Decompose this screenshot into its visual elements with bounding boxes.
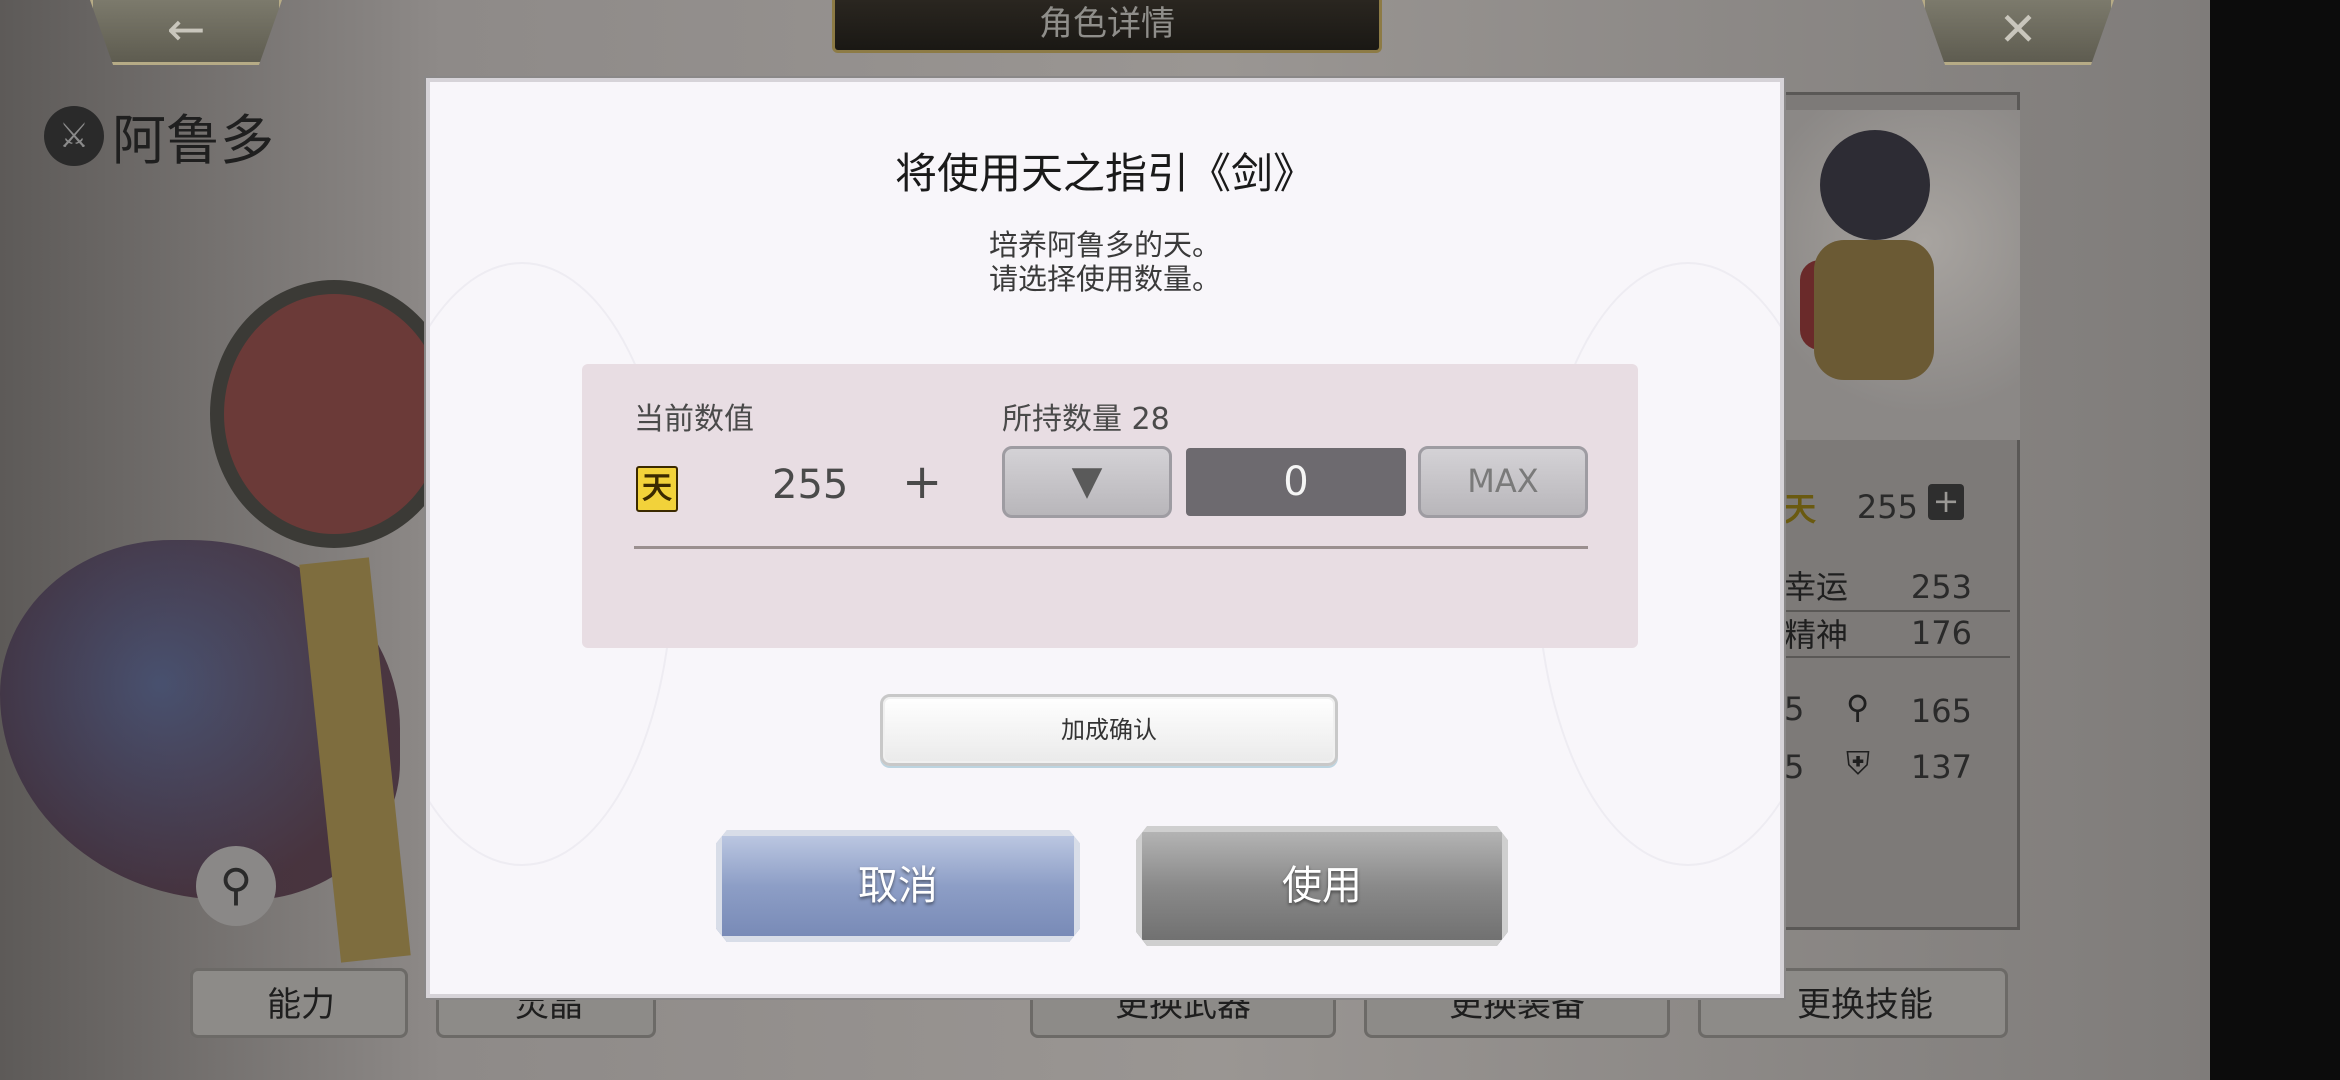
max-button[interactable]: MAX bbox=[1418, 446, 1588, 518]
tab-label: 能力 bbox=[267, 985, 335, 1025]
tian-stat-icon: 天 bbox=[1784, 490, 1817, 528]
screen-edge bbox=[2210, 0, 2340, 1080]
tab-ability[interactable]: 能力 bbox=[190, 968, 408, 1038]
triangle-down-icon: ▼ bbox=[1071, 458, 1103, 504]
cancel-button[interactable]: 取消 bbox=[716, 830, 1080, 942]
owned-quantity-label: 所持数量 28 bbox=[1002, 402, 1170, 437]
character-art-shield bbox=[210, 280, 458, 548]
plus-sign: + bbox=[902, 454, 943, 510]
stat-value-spirit: 176 bbox=[1910, 614, 1972, 652]
current-value-label: 当前数值 bbox=[634, 402, 754, 437]
bonus-confirm-button[interactable]: 加成确认 bbox=[880, 694, 1338, 766]
sword-emblem-icon: ⚔ bbox=[44, 105, 104, 166]
description-line: 培养阿鲁多的天。 bbox=[988, 228, 1221, 262]
quantity-panel: 当前数值 所持数量 28 天 255 + ▼ 0 MAX bbox=[582, 364, 1638, 648]
description-line: 请选择使用数量。 bbox=[988, 262, 1221, 296]
decrease-button[interactable]: ▼ bbox=[1002, 446, 1172, 518]
back-arrow-icon: ← bbox=[166, 2, 206, 56]
stat-label-luck: 幸运 bbox=[1784, 568, 1849, 606]
screen-title: 角色详情 bbox=[832, 0, 1382, 53]
stat-partial-2: 5 bbox=[1784, 748, 1805, 786]
character-name-header: ⚔ 阿鲁多 bbox=[44, 96, 274, 175]
magnify-icon[interactable]: ⚲ bbox=[196, 846, 276, 926]
dialog-title: 将使用天之指引《剑》 bbox=[894, 149, 1315, 198]
key-icon: ⚲ bbox=[1846, 688, 1870, 726]
tian-stat-value: 255 bbox=[1856, 488, 1918, 526]
stat-divider bbox=[1780, 656, 2010, 658]
back-button[interactable]: ← bbox=[90, 0, 282, 65]
character-name: 阿鲁多 bbox=[112, 109, 274, 172]
stat-label-spirit: 精神 bbox=[1784, 616, 1849, 654]
stat-value-luck: 253 bbox=[1910, 568, 1972, 606]
close-button[interactable]: ✕ bbox=[1922, 0, 2114, 65]
stat-partial-1: 5 bbox=[1784, 690, 1805, 728]
panel-divider bbox=[634, 546, 1588, 549]
tian-icon: 天 bbox=[636, 466, 678, 512]
quantity-input[interactable]: 0 bbox=[1186, 448, 1406, 516]
close-icon: ✕ bbox=[1998, 2, 2038, 56]
stat-value-extra1: 165 bbox=[1910, 692, 1972, 730]
current-value: 255 bbox=[772, 462, 849, 508]
tab-label: 更换技能 bbox=[1797, 985, 1933, 1025]
tian-plus-button[interactable]: + bbox=[1928, 484, 1964, 520]
use-item-dialog: 将使用天之指引《剑》 培养阿鲁多的天。 请选择使用数量。 当前数值 所持数量 2… bbox=[426, 78, 1784, 998]
character-portrait bbox=[1780, 110, 2020, 440]
shield-icon: ⛨ bbox=[1846, 744, 1871, 782]
stat-value-extra2: 137 bbox=[1910, 748, 1972, 786]
use-button[interactable]: 使用 bbox=[1136, 826, 1508, 946]
dialog-description: 培养阿鲁多的天。 请选择使用数量。 bbox=[430, 228, 1780, 296]
